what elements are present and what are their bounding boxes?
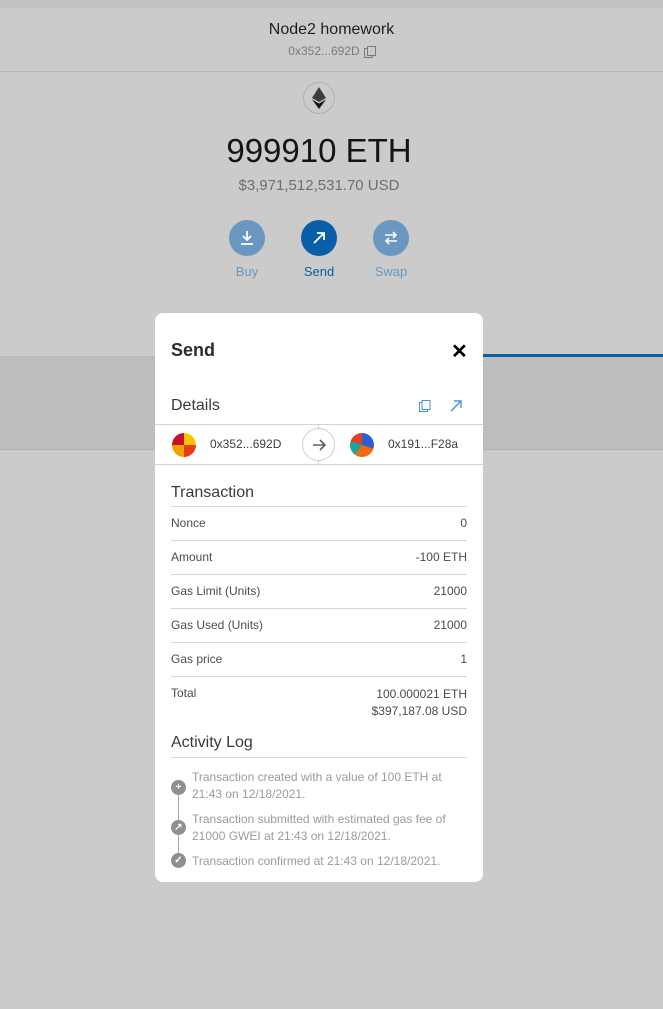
view-on-explorer-button[interactable] bbox=[445, 395, 467, 417]
row-label: Amount bbox=[171, 550, 213, 564]
row-value: 0 bbox=[460, 516, 467, 530]
account-header: Node2 homework 0x352...692D bbox=[0, 8, 663, 72]
table-row: Gas Used (Units) 21000 bbox=[171, 609, 467, 643]
ethereum-icon bbox=[303, 82, 335, 114]
row-label: Gas Used (Units) bbox=[171, 618, 264, 632]
total-label: Total bbox=[171, 686, 197, 700]
activity-item: Transaction created with a value of 100 … bbox=[192, 770, 442, 801]
account-name: Node2 homework bbox=[268, 21, 395, 38]
total-eth: 100.000021 ETH bbox=[376, 687, 467, 701]
buy-button[interactable]: Buy bbox=[217, 220, 277, 279]
transaction-title: Transaction bbox=[171, 484, 254, 501]
activity-item: Transaction confirmed at 21:43 on 12/18/… bbox=[192, 854, 441, 868]
swap-button[interactable]: Swap bbox=[361, 220, 421, 279]
from-address[interactable]: 0x352...692D bbox=[210, 437, 281, 451]
download-icon bbox=[229, 220, 265, 256]
balance-amount: 999910 ETH bbox=[226, 132, 412, 169]
row-label: Gas Limit (Units) bbox=[171, 584, 261, 598]
send-transaction-modal: Send ✕ Details 0x352...692D 0x191...F28a… bbox=[155, 313, 483, 882]
buy-label: Buy bbox=[235, 264, 259, 279]
close-icon[interactable]: ✕ bbox=[451, 339, 468, 364]
row-label: Gas price bbox=[171, 652, 223, 666]
copy-tx-button[interactable] bbox=[414, 395, 436, 417]
send-button[interactable]: Send bbox=[289, 220, 349, 279]
activity-log-title: Activity Log bbox=[171, 734, 253, 751]
window-top-strip bbox=[0, 0, 663, 8]
balance-fiat: $3,971,512,531.70 USD bbox=[238, 177, 400, 194]
total-value: 100.000021 ETH $397,187.08 USD bbox=[372, 686, 467, 720]
total-usd: $397,187.08 USD bbox=[371, 704, 467, 718]
table-row: Amount -100 ETH bbox=[171, 541, 467, 575]
send-label: Send bbox=[303, 264, 335, 279]
row-value: -100 ETH bbox=[415, 550, 467, 564]
activity-item: Transaction submitted with estimated gas… bbox=[192, 812, 446, 843]
swap-icon bbox=[373, 220, 409, 256]
table-row: Gas Limit (Units) 21000 bbox=[171, 575, 467, 609]
table-row: Nonce 0 bbox=[171, 507, 467, 541]
table-row: Gas price 1 bbox=[171, 643, 467, 677]
from-to-bar: 0x352...692D 0x191...F28a bbox=[155, 424, 483, 465]
row-label: Nonce bbox=[171, 516, 206, 530]
row-value: 1 bbox=[460, 652, 467, 666]
activity-divider bbox=[171, 757, 467, 758]
details-title: Details bbox=[171, 397, 220, 414]
swap-label: Swap bbox=[374, 264, 408, 279]
to-address[interactable]: 0x191...F28a bbox=[388, 437, 458, 451]
total-row: Total 100.000021 ETH $397,187.08 USD bbox=[171, 677, 467, 725]
plus-icon: + bbox=[171, 780, 186, 795]
copy-icon bbox=[363, 45, 376, 58]
modal-title: Send bbox=[171, 340, 216, 360]
arrow-up-right-icon: ↗ bbox=[171, 820, 186, 835]
account-address: 0x352...692D bbox=[288, 44, 360, 58]
arrow-right-icon bbox=[302, 428, 335, 461]
row-value: 21000 bbox=[433, 618, 467, 632]
copy-icon bbox=[419, 400, 431, 412]
check-icon: ✓ bbox=[171, 853, 186, 868]
from-avatar bbox=[172, 433, 196, 457]
transaction-table: Nonce 0 Amount -100 ETH Gas Limit (Units… bbox=[171, 506, 467, 725]
account-address-button[interactable]: 0x352...692D bbox=[288, 44, 376, 58]
arrow-up-right-icon bbox=[301, 220, 337, 256]
row-value: 21000 bbox=[433, 584, 467, 598]
to-avatar bbox=[350, 433, 374, 457]
arrow-up-right-icon bbox=[450, 400, 462, 412]
